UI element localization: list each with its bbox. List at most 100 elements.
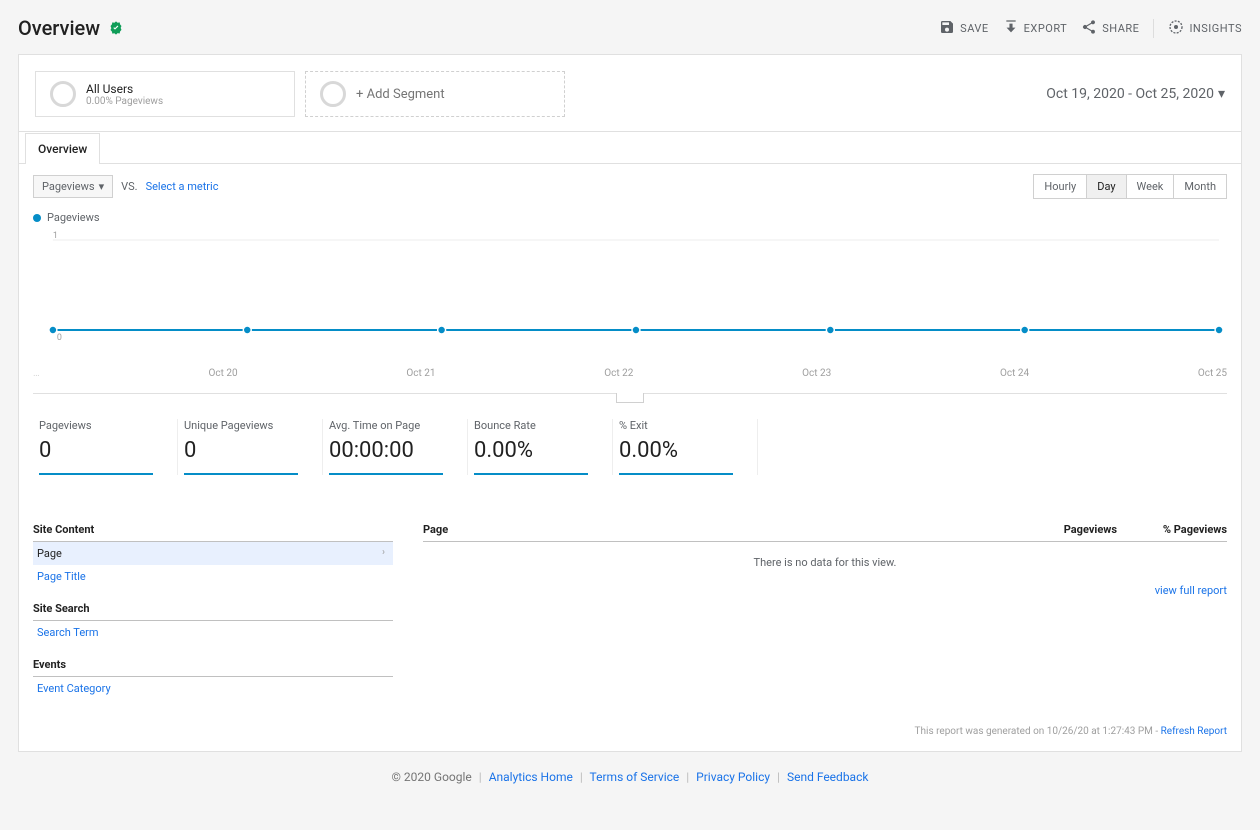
verified-badge-icon: [108, 20, 124, 36]
svg-text:1: 1: [53, 231, 58, 241]
metric-card[interactable]: % Exit 0.00%: [613, 419, 758, 475]
segment-all-users[interactable]: All Users 0.00% Pageviews: [35, 71, 295, 117]
metric-card[interactable]: Pageviews 0: [33, 419, 178, 475]
primary-metric-dropdown[interactable]: Pageviews ▾: [33, 175, 113, 198]
metrics-row: Pageviews 0 Unique Pageviews 0 Avg. Time…: [19, 403, 1241, 501]
page-title-wrap: Overview: [18, 16, 124, 40]
chevron-down-icon: ▾: [1218, 86, 1225, 102]
main-panel: All Users 0.00% Pageviews + Add Segment …: [18, 54, 1242, 752]
segment-circle-icon: [320, 81, 346, 107]
privacy-link[interactable]: Privacy Policy: [696, 770, 770, 784]
add-segment-label: + Add Segment: [356, 87, 445, 102]
chart-x-labels: …Oct 20Oct 21Oct 22Oct 23Oct 24Oct 25: [33, 364, 1227, 394]
metric-sparkline: [184, 473, 298, 475]
generated-label: This report was generated on 10/26/20 at…: [915, 726, 1161, 737]
add-segment-button[interactable]: + Add Segment: [305, 71, 565, 117]
share-icon: [1081, 19, 1097, 38]
segment-circle-icon: [50, 81, 76, 107]
page-title: Overview: [18, 16, 100, 40]
dim-row-label: Page: [37, 547, 62, 560]
chart-pulltab[interactable]: [616, 393, 644, 403]
insights-button[interactable]: INSIGHTS: [1153, 19, 1242, 38]
export-button[interactable]: EXPORT: [1003, 19, 1068, 38]
right-table: Page Pageviews % Pageviews There is no d…: [423, 519, 1227, 710]
chevron-down-icon: ▾: [99, 180, 105, 193]
legend-dot-icon: [33, 214, 41, 222]
dim-row-page[interactable]: Page ›: [33, 542, 393, 565]
metric-sparkline: [474, 473, 588, 475]
dim-row-label: Search Term: [37, 626, 99, 639]
analytics-home-link[interactable]: Analytics Home: [489, 770, 573, 784]
metric-value: 0: [39, 438, 153, 463]
share-button[interactable]: SHARE: [1081, 19, 1139, 38]
insights-icon: [1168, 19, 1184, 38]
share-label: SHARE: [1102, 22, 1139, 35]
refresh-report-link[interactable]: Refresh Report: [1161, 726, 1227, 737]
copyright: © 2020 Google: [392, 770, 472, 784]
report-footer-meta: This report was generated on 10/26/20 at…: [19, 716, 1241, 751]
dim-header: Site Search: [33, 598, 393, 621]
vs-label: VS.: [121, 180, 137, 193]
metric-value: 00:00:00: [329, 438, 443, 463]
dim-row-search-term[interactable]: Search Term: [33, 621, 393, 644]
primary-metric-label: Pageviews: [42, 180, 95, 193]
legend-label: Pageviews: [47, 211, 100, 224]
date-range-label: Oct 19, 2020 - Oct 25, 2020: [1046, 86, 1214, 102]
export-icon: [1003, 19, 1019, 38]
th-pct-pageviews: % Pageviews: [1117, 523, 1227, 536]
right-table-head: Page Pageviews % Pageviews: [423, 519, 1227, 542]
save-icon: [939, 19, 955, 38]
segment-text: All Users 0.00% Pageviews: [86, 82, 163, 107]
metric-card[interactable]: Unique Pageviews 0: [178, 419, 323, 475]
dim-row-event-category[interactable]: Event Category: [33, 677, 393, 700]
no-data-message: There is no data for this view.: [423, 542, 1227, 583]
metric-sparkline: [619, 473, 733, 475]
feedback-link[interactable]: Send Feedback: [787, 770, 869, 784]
chart-area[interactable]: 10: [33, 230, 1227, 350]
metric-controls: Pageviews ▾ VS. Select a metric Hourly D…: [19, 164, 1241, 203]
gran-month[interactable]: Month: [1173, 174, 1227, 199]
dim-events: Events Event Category: [33, 654, 393, 700]
select-metric-link[interactable]: Select a metric: [146, 180, 219, 193]
dim-row-label: Event Category: [37, 682, 111, 695]
segments-row: All Users 0.00% Pageviews + Add Segment …: [19, 55, 1241, 132]
terms-link[interactable]: Terms of Service: [590, 770, 680, 784]
th-page: Page: [423, 523, 1027, 536]
segments: All Users 0.00% Pageviews + Add Segment: [35, 71, 565, 117]
segment-sub: 0.00% Pageviews: [86, 96, 163, 107]
dim-row-page-title[interactable]: Page Title: [33, 565, 393, 588]
save-button[interactable]: SAVE: [939, 19, 989, 38]
metric-label: % Exit: [619, 419, 733, 432]
gran-week[interactable]: Week: [1126, 174, 1175, 199]
export-label: EXPORT: [1024, 22, 1068, 35]
date-range-picker[interactable]: Oct 19, 2020 - Oct 25, 2020 ▾: [1046, 86, 1225, 102]
page-header: Overview SAVE EXPORT SHARE INSIGHTS: [18, 16, 1242, 40]
metric-label: Avg. Time on Page: [329, 419, 443, 432]
dim-site-search: Site Search Search Term: [33, 598, 393, 644]
dim-row-label: Page Title: [37, 570, 86, 583]
metric-value: 0: [184, 438, 298, 463]
dim-site-content: Site Content Page › Page Title: [33, 519, 393, 588]
granularity-toggle: Hourly Day Week Month: [1034, 174, 1227, 199]
metric-sparkline: [39, 473, 153, 475]
metric-card[interactable]: Avg. Time on Page 00:00:00: [323, 419, 468, 475]
metric-label: Pageviews: [39, 419, 153, 432]
chevron-right-icon: ›: [382, 547, 385, 560]
gran-day[interactable]: Day: [1086, 174, 1126, 199]
report-tabs: Overview: [19, 132, 1241, 164]
metric-label: Unique Pageviews: [184, 419, 298, 432]
tab-overview[interactable]: Overview: [25, 133, 100, 164]
chart-legend: Pageviews: [33, 211, 1227, 224]
metric-value: 0.00%: [619, 438, 733, 463]
lower-panel: Site Content Page › Page Title Site Sear…: [19, 501, 1241, 716]
chart-container: Pageviews 10: [19, 203, 1241, 364]
view-full-report-link[interactable]: view full report: [1155, 584, 1227, 597]
gran-hourly[interactable]: Hourly: [1033, 174, 1087, 199]
metric-card[interactable]: Bounce Rate 0.00%: [468, 419, 613, 475]
legal-footer: © 2020 Google | Analytics Home | Terms o…: [18, 752, 1242, 814]
dim-header: Site Content: [33, 519, 393, 542]
metric-sparkline: [329, 473, 443, 475]
metric-selector: Pageviews ▾ VS. Select a metric: [33, 175, 218, 198]
tab-overview-label: Overview: [38, 142, 87, 156]
svg-text:0: 0: [57, 333, 62, 343]
